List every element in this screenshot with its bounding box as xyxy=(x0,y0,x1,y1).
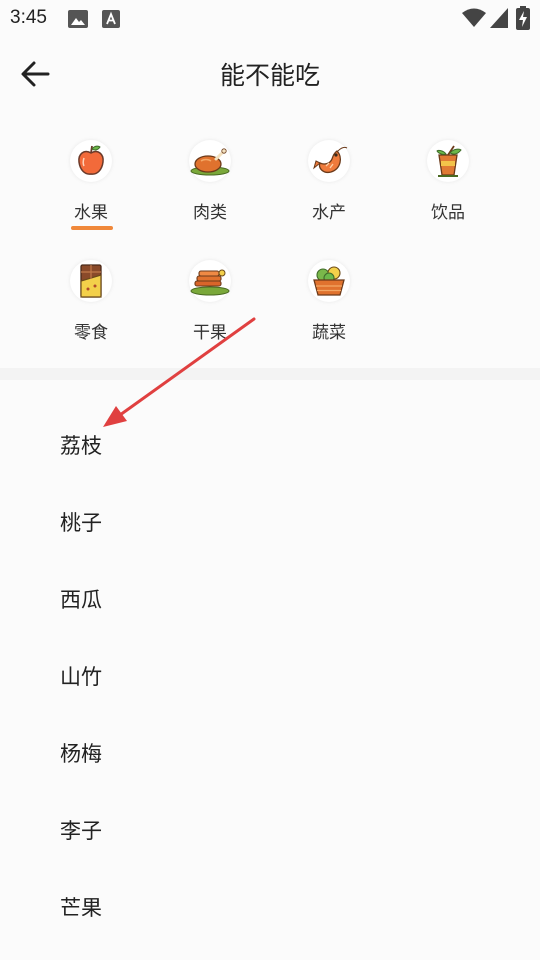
category-icon-circle xyxy=(70,140,112,182)
drink-cup-icon xyxy=(436,145,462,177)
dried-fruit-icon xyxy=(190,269,230,296)
list-item[interactable]: 荔枝 xyxy=(0,404,540,480)
list-item-label: 芒果 xyxy=(60,896,102,920)
list-item[interactable]: 西瓜 xyxy=(0,558,540,634)
category-label: 干果 xyxy=(193,323,227,343)
top-bar: 能不能吃 xyxy=(0,36,540,112)
font-a-icon xyxy=(102,10,120,32)
roast-chicken-icon xyxy=(190,148,230,176)
list-item[interactable]: 李子 xyxy=(0,789,540,865)
list-item-label: 西瓜 xyxy=(60,588,102,612)
category-label: 零食 xyxy=(74,323,108,343)
shrimp-icon xyxy=(313,146,348,174)
list-item-label: 山竹 xyxy=(60,665,102,689)
list-item-label: 荔枝 xyxy=(60,434,102,458)
apple-icon xyxy=(78,145,104,175)
list-item-label: 桃子 xyxy=(60,511,102,535)
food-list: 荔枝 桃子 西瓜 山竹 杨梅 李子 芒果 xyxy=(0,380,540,960)
section-divider xyxy=(0,368,540,380)
category-icon-circle xyxy=(189,140,231,182)
chocolate-icon xyxy=(80,264,102,298)
battery-charging-icon xyxy=(516,6,530,34)
category-icon-circle xyxy=(189,260,231,302)
category-snacks[interactable]: 零食 xyxy=(31,248,151,358)
category-grid: 水果 肉类 水产 饮品 零食 干果 蔬菜 xyxy=(0,128,540,368)
category-icon-circle xyxy=(70,260,112,302)
category-icon-circle xyxy=(308,260,350,302)
category-label: 饮品 xyxy=(431,203,465,223)
vegetable-basket-icon xyxy=(313,266,345,296)
category-meat[interactable]: 肉类 xyxy=(150,128,270,238)
signal-icon xyxy=(490,8,508,32)
category-icon-circle xyxy=(427,140,469,182)
category-vegetables[interactable]: 蔬菜 xyxy=(269,248,389,358)
list-item-label: 杨梅 xyxy=(60,742,102,766)
image-icon xyxy=(68,10,88,32)
category-seafood[interactable]: 水产 xyxy=(269,128,389,238)
status-time: 3:45 xyxy=(10,7,47,28)
list-item[interactable]: 芒果 xyxy=(0,866,540,942)
category-label: 水产 xyxy=(312,203,346,223)
selected-tab-indicator xyxy=(71,226,113,230)
category-fruit[interactable]: 水果 xyxy=(31,128,151,238)
category-dried-fruit[interactable]: 干果 xyxy=(150,248,270,358)
wifi-icon xyxy=(462,8,486,32)
category-label: 肉类 xyxy=(193,203,227,223)
category-label: 蔬菜 xyxy=(312,323,346,343)
list-item[interactable]: 桃子 xyxy=(0,481,540,557)
category-drinks[interactable]: 饮品 xyxy=(388,128,508,238)
list-item[interactable]: 杨梅 xyxy=(0,712,540,788)
category-icon-circle xyxy=(308,140,350,182)
list-item[interactable]: 山竹 xyxy=(0,635,540,711)
list-item-label: 李子 xyxy=(60,819,102,843)
status-bar: 3:45 xyxy=(0,0,540,36)
page-title: 能不能吃 xyxy=(219,61,320,90)
category-label: 水果 xyxy=(74,203,108,223)
